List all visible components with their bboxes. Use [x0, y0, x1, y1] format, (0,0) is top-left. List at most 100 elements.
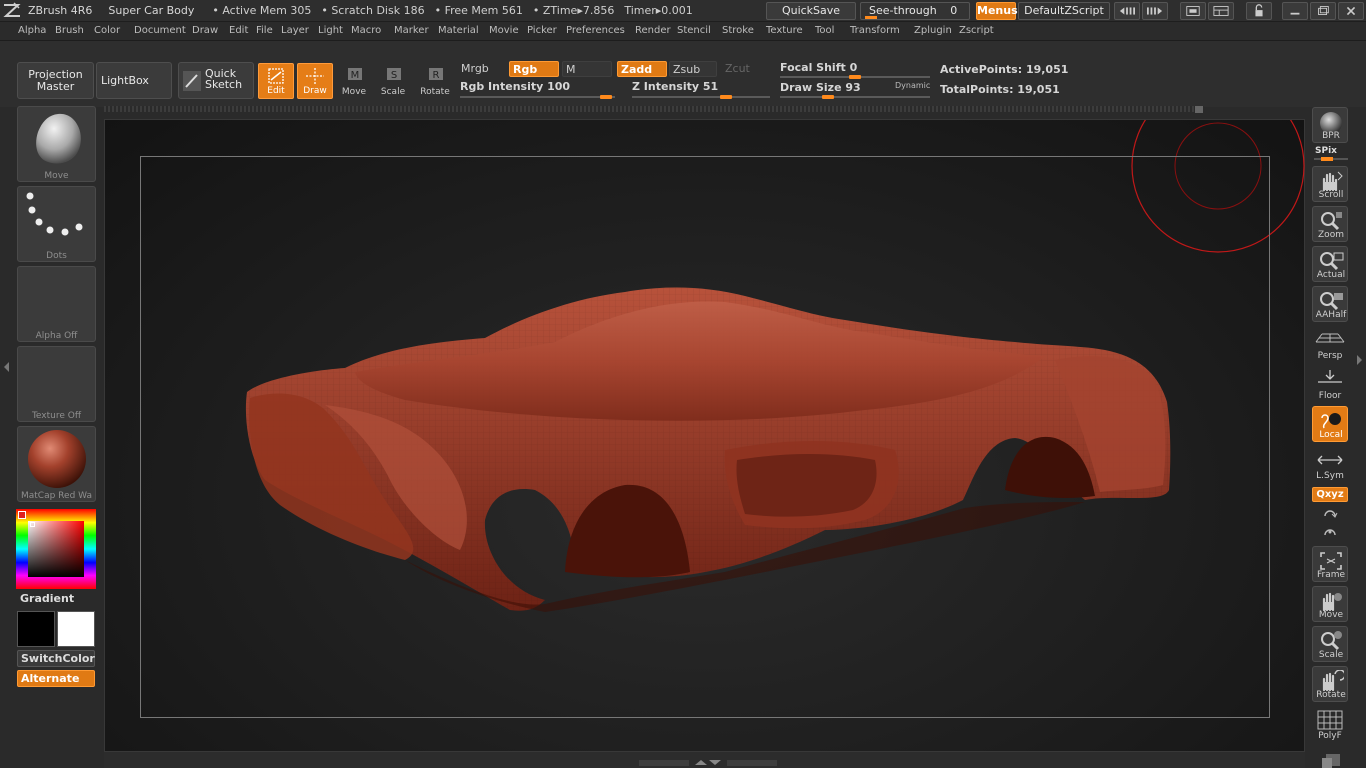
menu-document[interactable]: Document — [134, 25, 186, 36]
main-color-swatch[interactable] — [17, 611, 55, 647]
menu-preferences[interactable]: Preferences — [566, 25, 625, 36]
draw-size-knob[interactable] — [822, 95, 834, 99]
menu-render[interactable]: Render — [635, 25, 671, 36]
see-through-slider[interactable]: See-through 0 — [860, 2, 970, 20]
xyz-button[interactable]: Qxyz — [1312, 487, 1348, 502]
switch-color-button[interactable]: SwitchColor — [17, 650, 95, 667]
local-button[interactable]: Local — [1312, 406, 1348, 442]
floor-label: Floor — [1318, 391, 1342, 401]
edit-button[interactable]: Edit — [258, 63, 294, 99]
focal-shift-knob[interactable] — [849, 75, 861, 79]
menu-material[interactable]: Material — [438, 25, 479, 36]
draw-size-slider[interactable] — [780, 96, 930, 98]
menu-texture[interactable]: Texture — [766, 25, 803, 36]
polyf-button[interactable]: PolyF — [1312, 706, 1348, 742]
m-button[interactable]: M — [562, 61, 612, 77]
default-zscript-button[interactable]: DefaultZScript — [1018, 2, 1110, 20]
move-button[interactable]: M Move — [336, 63, 372, 99]
rotate-z-icon[interactable] — [1320, 525, 1340, 539]
quick-sketch-button[interactable]: Quick Sketch — [178, 62, 254, 99]
menu-brush[interactable]: Brush — [55, 25, 84, 36]
timer: Timer▸0.001 — [624, 4, 693, 17]
mrgb-button[interactable]: Mrgb — [458, 61, 506, 77]
projection-master-button[interactable]: Projection Master — [17, 62, 94, 99]
menu-transform[interactable]: Transform — [850, 25, 900, 36]
palette-left-icon[interactable] — [1114, 2, 1140, 20]
floor-button[interactable]: Floor — [1312, 366, 1348, 402]
color-picker[interactable] — [16, 509, 96, 589]
collapse-right-icon[interactable] — [1356, 330, 1364, 390]
transp-icon[interactable] — [1320, 750, 1344, 768]
lightbox-button[interactable]: LightBox — [96, 62, 172, 99]
stroke-caption: Dots — [46, 251, 67, 261]
ztime: • ZTime▸7.856 — [532, 4, 615, 17]
rotate-button[interactable]: R Rotate — [417, 63, 453, 99]
dynamic-toggle[interactable]: Dynamic — [895, 81, 930, 90]
rotate-y-icon[interactable] — [1320, 506, 1340, 520]
menus-button[interactable]: Menus — [976, 2, 1018, 20]
menu-light[interactable]: Light — [318, 25, 343, 36]
menu-movie[interactable]: Movie — [489, 25, 519, 36]
menu-file[interactable]: File — [256, 25, 273, 36]
close-icon[interactable] — [1338, 2, 1364, 20]
bottom-tray-handle[interactable] — [104, 752, 1305, 768]
zsub-button[interactable]: Zsub — [669, 61, 717, 77]
zcut-button[interactable]: Zcut — [722, 61, 764, 77]
menu-picker[interactable]: Picker — [527, 25, 557, 36]
menu-color[interactable]: Color — [94, 25, 120, 36]
secondary-color-swatch[interactable] — [57, 611, 95, 647]
zadd-button[interactable]: Zadd — [617, 61, 667, 77]
draw-button[interactable]: Draw — [297, 63, 333, 99]
palette-right-icon[interactable] — [1142, 2, 1168, 20]
menu-stroke[interactable]: Stroke — [722, 25, 754, 36]
menu-zplugin[interactable]: Zplugin — [914, 25, 952, 36]
menu-marker[interactable]: Marker — [394, 25, 429, 36]
menu-tool[interactable]: Tool — [815, 25, 834, 36]
rgb-button[interactable]: Rgb — [509, 61, 559, 77]
menu-alpha[interactable]: Alpha — [18, 25, 46, 36]
ui-layout-icon[interactable] — [1208, 2, 1234, 20]
material-thumbnail[interactable]: MatCap Red Wa — [17, 426, 96, 502]
scratch-disk: • Scratch Disk 186 — [321, 4, 425, 17]
move-view-button[interactable]: Move — [1312, 586, 1348, 622]
primary-color-swatch[interactable] — [18, 511, 26, 519]
left-tray-collapse-handle[interactable] — [2, 337, 10, 397]
frame-label: Frame — [1316, 570, 1346, 580]
texture-thumbnail[interactable]: Texture Off — [17, 346, 96, 422]
persp-button[interactable]: Persp — [1312, 326, 1348, 362]
bpr-button[interactable]: BPR — [1312, 107, 1348, 143]
menu-macro[interactable]: Macro — [351, 25, 381, 36]
actual-button[interactable]: Actual — [1312, 246, 1348, 282]
scale-view-button[interactable]: Scale — [1312, 626, 1348, 662]
stroke-thumbnail[interactable]: Dots — [17, 186, 96, 262]
restore-icon[interactable] — [1310, 2, 1336, 20]
brush-thumbnail[interactable]: Move — [17, 106, 96, 182]
zoom-button[interactable]: Zoom — [1312, 206, 1348, 242]
minimize-icon[interactable] — [1282, 2, 1308, 20]
menu-draw[interactable]: Draw — [192, 25, 218, 36]
rotate-label: Rotate — [420, 87, 450, 97]
strip-handle[interactable] — [1195, 106, 1203, 113]
rotate-view-button[interactable]: Rotate — [1312, 666, 1348, 702]
scroll-button[interactable]: Scroll — [1312, 166, 1348, 202]
z-intensity-knob[interactable] — [720, 95, 732, 99]
aahalf-button[interactable]: AAHalf — [1312, 286, 1348, 322]
alpha-thumbnail[interactable]: Alpha Off — [17, 266, 96, 342]
rgb-intensity-knob[interactable] — [600, 95, 612, 99]
rgb-intensity-slider[interactable] — [460, 96, 615, 98]
z-intensity-slider[interactable] — [632, 96, 770, 98]
menu-zscript[interactable]: Zscript — [959, 25, 994, 36]
quicksave-button[interactable]: QuickSave — [766, 2, 856, 20]
color-cursor — [30, 522, 35, 527]
lock-icon[interactable] — [1246, 2, 1272, 20]
lsym-button[interactable]: L.Sym — [1312, 446, 1348, 482]
spix-knob[interactable] — [1321, 157, 1333, 161]
menu-layer[interactable]: Layer — [281, 25, 309, 36]
menu-stencil[interactable]: Stencil — [677, 25, 711, 36]
zbrush-logo-icon — [3, 1, 21, 17]
layout-icon[interactable] — [1180, 2, 1206, 20]
scale-button[interactable]: S Scale — [375, 63, 411, 99]
frame-button[interactable]: Frame — [1312, 546, 1348, 582]
alternate-button[interactable]: Alternate — [17, 670, 95, 687]
menu-edit[interactable]: Edit — [229, 25, 248, 36]
